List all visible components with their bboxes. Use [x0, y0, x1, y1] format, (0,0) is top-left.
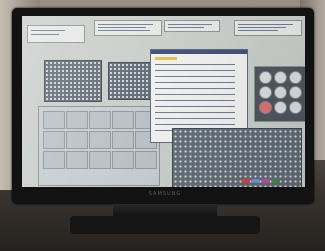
screen-glare: [22, 16, 305, 187]
brand-label: SAMSUNG: [148, 191, 182, 197]
monitor-base: [70, 216, 260, 234]
